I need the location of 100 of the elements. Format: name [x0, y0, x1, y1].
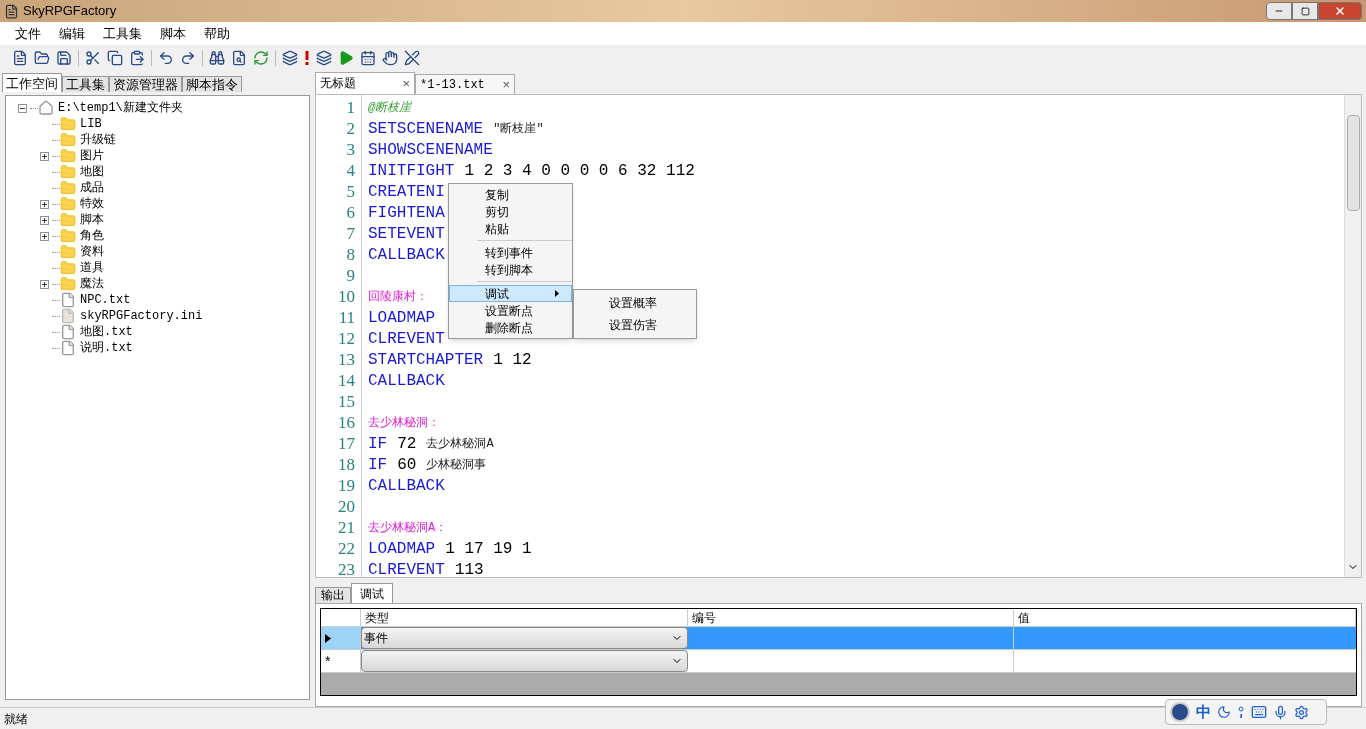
- code-text: 去少林秘洞A: [426, 435, 494, 453]
- close-icon[interactable]: [1334, 5, 1346, 17]
- menu-item[interactable]: 剪切: [449, 203, 572, 220]
- panel-tab[interactable]: 输出: [315, 587, 351, 603]
- new-file-icon[interactable]: [12, 49, 28, 66]
- maximize-icon[interactable]: [1300, 6, 1310, 16]
- save-icon[interactable]: [56, 49, 72, 66]
- expand-toggle[interactable]: [39, 215, 49, 225]
- column-header[interactable]: 类型: [361, 609, 688, 626]
- menu-item[interactable]: 复制: [449, 186, 572, 203]
- pen-off-icon[interactable]: [404, 49, 420, 66]
- ime-mode-label[interactable]: 中: [1196, 700, 1211, 724]
- tree-item[interactable]: 魔法: [80, 275, 104, 293]
- tree-item[interactable]: 成品: [80, 179, 104, 197]
- menu-item[interactable]: 设置断点: [449, 302, 572, 319]
- open-folder-icon[interactable]: [34, 49, 50, 66]
- tree-item[interactable]: 道具: [80, 259, 104, 277]
- menu-item[interactable]: 编辑: [52, 23, 92, 44]
- paste-icon[interactable]: [129, 49, 145, 66]
- line-number: 3: [346, 139, 355, 160]
- column-header[interactable]: 值: [1014, 609, 1356, 626]
- ime-logo-icon[interactable]: [1170, 702, 1190, 722]
- expand-toggle[interactable]: [39, 231, 49, 241]
- binoculars-icon[interactable]: [209, 49, 225, 66]
- code-text: FIGHTENA: [368, 202, 445, 224]
- copy-icon[interactable]: [107, 49, 123, 66]
- settings-icon[interactable]: [1294, 704, 1309, 720]
- file-search-icon[interactable]: [231, 49, 247, 66]
- tree-item[interactable]: 图片: [80, 147, 104, 165]
- calendar-icon[interactable]: [360, 49, 376, 66]
- moon-icon[interactable]: [1217, 705, 1231, 719]
- tree-item[interactable]: 角色: [80, 227, 104, 245]
- collapse-toggle[interactable]: [17, 103, 27, 113]
- menu-item[interactable]: 转到脚本: [449, 261, 572, 278]
- line-number: 11: [338, 307, 355, 328]
- editor-tab[interactable]: *1-13.txt ×: [415, 74, 515, 94]
- menu-item[interactable]: 粘贴: [449, 220, 572, 237]
- type-dropdown[interactable]: 事件: [361, 627, 688, 649]
- tree-item[interactable]: NPC.txt: [80, 291, 131, 309]
- expand-toggle[interactable]: [39, 199, 49, 209]
- keyboard-icon[interactable]: [1251, 704, 1267, 720]
- tree-item[interactable]: 资料: [80, 243, 104, 261]
- close-tab-icon[interactable]: ×: [402, 73, 410, 94]
- grid-row[interactable]: *: [321, 650, 1356, 673]
- layers-icon[interactable]: [316, 49, 332, 66]
- code-label: 去少林秘洞A：: [368, 519, 448, 537]
- code-text: LOADMAP: [368, 307, 436, 329]
- play-icon[interactable]: [338, 49, 354, 66]
- tree-item[interactable]: 地图: [80, 163, 104, 181]
- layers-icon[interactable]: [282, 49, 298, 66]
- maximize-button[interactable]: [1292, 2, 1318, 20]
- line-number: 4: [346, 160, 355, 181]
- hand-icon[interactable]: [382, 49, 398, 66]
- tree-item[interactable]: skyRPGFactory.ini: [80, 307, 203, 325]
- cut-icon[interactable]: [85, 49, 101, 66]
- menu-item[interactable]: 转到事件: [449, 244, 572, 261]
- code-text: CREATENI: [368, 181, 445, 203]
- line-number: 18: [338, 454, 355, 475]
- menu-item[interactable]: 文件: [8, 23, 48, 44]
- tree-item[interactable]: 说明.txt: [80, 339, 133, 357]
- expand-toggle[interactable]: [39, 151, 49, 161]
- scroll-thumb[interactable]: [1346, 115, 1360, 211]
- tree-item[interactable]: 地图.txt: [80, 323, 133, 341]
- tree-item[interactable]: 特效: [80, 195, 104, 213]
- tree-item[interactable]: E:\temp1\新建文件夹: [58, 99, 183, 117]
- close-tab-icon[interactable]: ×: [502, 74, 510, 95]
- menu-item[interactable]: 帮助: [197, 23, 237, 44]
- panel-tab[interactable]: 工作空间: [2, 73, 62, 92]
- expand-toggle[interactable]: [39, 279, 49, 289]
- code-text: CLREVENT: [368, 559, 445, 581]
- panel-tab[interactable]: 脚本指令: [182, 76, 242, 92]
- window-title: SkyRPGFactory: [23, 2, 117, 21]
- refresh-icon[interactable]: [253, 49, 269, 66]
- column-header[interactable]: 编号: [688, 609, 1014, 626]
- editor-tab[interactable]: 无标题 ×: [315, 72, 415, 94]
- tree-item[interactable]: 脚本: [80, 211, 104, 229]
- menu-item[interactable]: 设置伤害: [574, 314, 696, 336]
- menu-item[interactable]: 调试: [449, 285, 572, 302]
- type-dropdown[interactable]: [361, 650, 688, 672]
- minimize-button[interactable]: [1266, 2, 1292, 20]
- folder-icon: [60, 148, 76, 164]
- folder-icon: [60, 116, 76, 132]
- tree-item[interactable]: 升级链: [80, 131, 116, 149]
- menu-item[interactable]: 设置概率: [574, 292, 696, 314]
- tree-item[interactable]: LIB: [80, 115, 102, 133]
- menu-item[interactable]: 工具集: [96, 23, 149, 44]
- line-number: 5: [346, 181, 355, 202]
- code-text: 1 2 3 4 0 0 0 0 6 32 112: [464, 160, 695, 182]
- grid-row[interactable]: 事件: [321, 627, 1356, 650]
- menu-item[interactable]: 脚本: [153, 23, 193, 44]
- redo-icon[interactable]: [180, 49, 196, 66]
- undo-icon[interactable]: [158, 49, 174, 66]
- punctuation-icon[interactable]: [1237, 706, 1245, 718]
- exclamation-icon[interactable]: [304, 49, 310, 66]
- menu-item[interactable]: 删除断点: [449, 319, 572, 336]
- panel-tab[interactable]: 资源管理器: [109, 76, 182, 92]
- folder-icon: [60, 260, 76, 276]
- panel-tab[interactable]: 调试: [351, 583, 393, 603]
- panel-tab[interactable]: 工具集: [62, 76, 109, 92]
- microphone-icon[interactable]: [1273, 704, 1288, 720]
